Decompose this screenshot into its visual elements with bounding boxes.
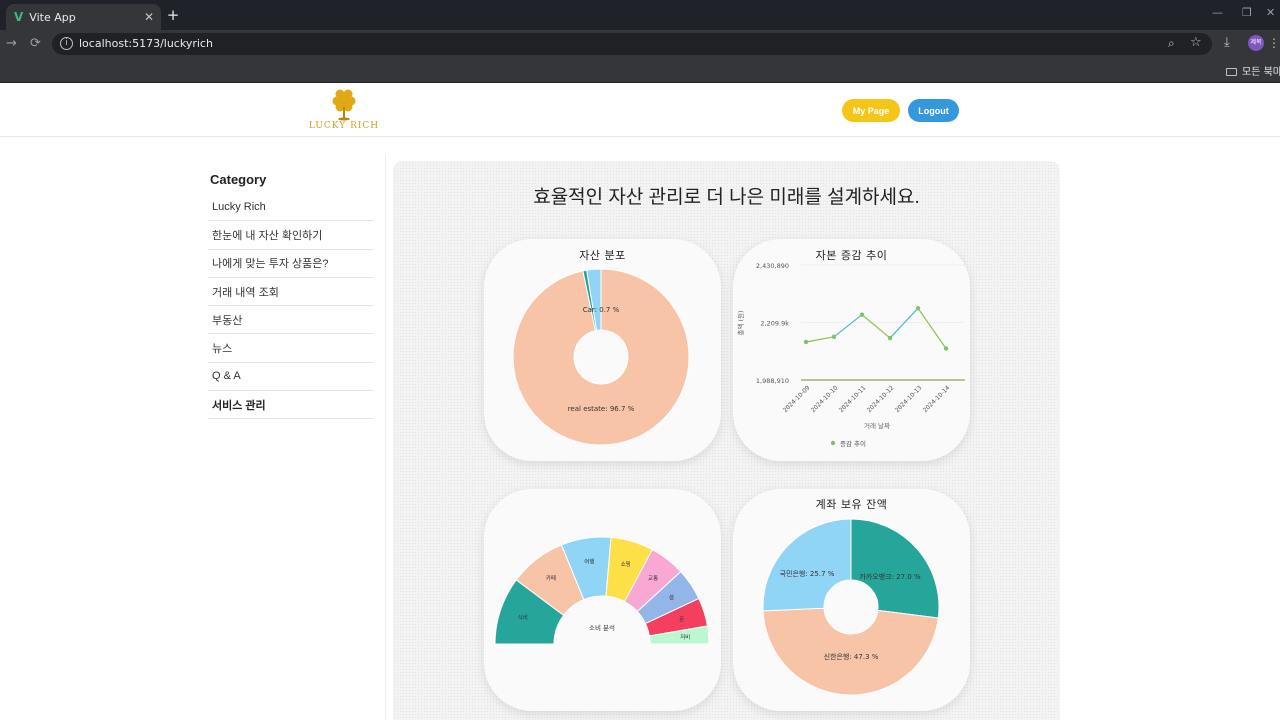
sidebar-item-service-admin[interactable]: 서비스 관리 [208, 391, 373, 420]
data-point [943, 346, 949, 351]
data-point [803, 339, 809, 345]
slice-label: 카페 [546, 574, 556, 582]
series-line [833, 314, 863, 338]
asset-distribution-chart: real estate: 96.7 % Car: 0.7 % [512, 268, 690, 446]
y-tick-label: 1,988,910 [756, 377, 789, 385]
restore-icon[interactable]: ❐ [1242, 6, 1252, 19]
account-balance-card: 계좌 보유 잔액 카카오뱅크: 27.0 % 신한은행: 47.3 % 국민은행: … [733, 489, 970, 711]
forward-icon[interactable]: → [6, 36, 17, 51]
asset-distribution-card: 자산 분포 real estate: 96.7 % Car: 0.7 % [484, 239, 721, 461]
data-label: 신한은행: 47.3 % [824, 652, 879, 661]
sidebar-item-asset-overview[interactable]: 한눈에 내 자산 확인하기 [208, 221, 373, 250]
sidebar-list: Lucky Rich 한눈에 내 자산 확인하기 나에게 맞는 투자 상품은? … [208, 193, 373, 420]
capital-trend-card: 자본 증감 추이 2,430,890 2,209.9k 1,988,910 2024-… [733, 239, 970, 461]
menu-icon[interactable]: ⋮ [1268, 36, 1280, 50]
new-tab-icon[interactable]: + [166, 6, 180, 24]
slice-label: 교통 [648, 575, 658, 582]
y-axis-label: 총액 (원) [736, 310, 745, 335]
zoom-icon[interactable]: ⌕ [1168, 36, 1175, 51]
data-point [887, 335, 893, 341]
series-line [889, 307, 919, 339]
x-tick-label: 2024-10-09 [782, 384, 812, 414]
legend-label: 증감 추이 [840, 439, 866, 448]
series-line [861, 314, 891, 339]
download-icon[interactable]: ⤓ [1224, 35, 1230, 50]
pie-slice [850, 518, 940, 619]
series-line [805, 336, 835, 343]
series-line [917, 307, 947, 349]
x-tick-label: 2024-10-10 [810, 384, 840, 414]
data-label: 국민은행: 25.7 % [780, 569, 835, 578]
y-tick-label: 2,209.9k [760, 320, 789, 328]
avatar[interactable]: 제목 [1248, 35, 1264, 51]
info-icon[interactable]: i [60, 37, 73, 50]
slice-label: 여행 [584, 557, 594, 565]
x-axis-label: 거래 날짜 [864, 421, 890, 430]
folder-icon [1226, 68, 1237, 76]
vite-icon: V [14, 10, 24, 24]
slice-label: 문 [679, 616, 684, 623]
browser-tabstrip: V Vite App ✕ + — ❐ ✕ [0, 0, 1280, 30]
pie-slice [762, 607, 939, 696]
page: LUCKY RICH My Page Logout Category Lucky… [0, 83, 1280, 720]
data-label: real estate: 96.7 % [568, 405, 635, 413]
close-icon[interactable]: ✕ [141, 10, 157, 24]
sidebar-item-real-estate[interactable]: 부동산 [208, 306, 373, 335]
sidebar-title: Category [210, 172, 267, 187]
x-tick-label: 2024-10-14 [922, 384, 952, 414]
logo-text: LUCKY RICH [308, 121, 380, 131]
x-tick-label: 2024-10-13 [894, 384, 924, 414]
data-point [859, 312, 865, 317]
data-point [915, 305, 921, 311]
tab-title: Vite App [29, 10, 76, 24]
spending-analysis-card: 식비 카페 여행 쇼핑교통생문저비 소비 분석 [484, 489, 721, 711]
minimize-icon[interactable]: — [1212, 6, 1223, 19]
logo[interactable]: LUCKY RICH [304, 87, 384, 135]
slice-label: 생 [669, 593, 674, 601]
logout-button[interactable]: Logout [908, 99, 959, 122]
data-point [831, 334, 837, 339]
slice-label: 저비 [680, 633, 690, 641]
sidebar-item-luckyrich[interactable]: Lucky Rich [208, 193, 373, 222]
browser-toolbar: → ⟳ i localhost:5173/luckyrich ⌕ ☆ [0, 30, 1280, 58]
url-text: localhost:5173/luckyrich [79, 37, 213, 50]
bookmark-star-icon[interactable]: ☆ [1190, 35, 1202, 50]
bookmark-folder-label: 모든 북마크 [1242, 67, 1280, 78]
x-tick-label: 2024-10-11 [838, 384, 868, 414]
slice-label: 쇼핑 [621, 560, 631, 568]
sidebar-item-news[interactable]: 뉴스 [208, 334, 373, 363]
site-header: LUCKY RICH My Page Logout [0, 83, 1280, 137]
chart-title: 소비 분석 [589, 623, 615, 632]
sidebar: Category Lucky Rich 한눈에 내 자산 확인하기 나에게 맞는… [196, 155, 386, 720]
data-label: Car: 0.7 % [583, 306, 620, 314]
clover-logo-icon [332, 89, 356, 121]
sidebar-item-investment[interactable]: 나에게 맞는 투자 상품은? [208, 250, 373, 278]
address-bar[interactable]: i localhost:5173/luckyrich ⌕ ☆ [52, 33, 1212, 55]
main-panel: 효율적인 자산 관리로 더 나은 미래를 설계하세요. 자산 분포 real e… [393, 161, 1060, 720]
my-page-button[interactable]: My Page [842, 99, 900, 122]
account-balance-chart: 카카오뱅크: 27.0 % 신한은행: 47.3 % 국민은행: 25.7 % [762, 518, 940, 696]
legend-marker [830, 440, 836, 446]
capital-trend-chart: 2,430,8902,209.9k1,988,9102024-10-092024… [736, 262, 965, 448]
x-tick-label: 2024-10-12 [866, 384, 896, 414]
bookmarks-bar: 모든 북마크 [0, 58, 1280, 83]
window-close-icon[interactable]: ✕ [1266, 6, 1275, 19]
pie-slice [762, 518, 852, 612]
y-tick-label: 2,430,890 [756, 262, 789, 270]
sidebar-item-transactions[interactable]: 거래 내역 조회 [208, 278, 373, 307]
reload-icon[interactable]: ⟳ [30, 36, 41, 51]
slice-label: 식비 [518, 614, 528, 622]
data-label: 카카오뱅크: 27.0 % [859, 572, 921, 581]
browser-tab[interactable]: V Vite App ✕ [6, 4, 161, 30]
page-title: 효율적인 자산 관리로 더 나은 미래를 설계하세요. [533, 187, 920, 208]
bookmark-folder[interactable]: 모든 북마크 [1226, 63, 1280, 78]
spending-analysis-chart: 식비 카페 여행 쇼핑교통생문저비 소비 분석 [494, 536, 710, 645]
sidebar-item-qna[interactable]: Q & A [208, 363, 373, 392]
